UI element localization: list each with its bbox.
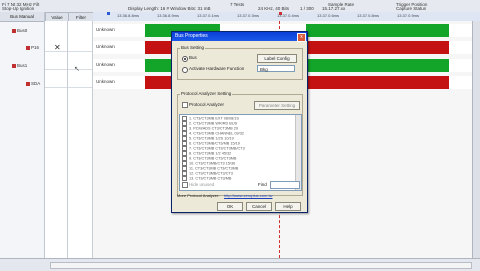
signal-row[interactable]: SDA (26, 81, 40, 86)
signal-panel-header: Bus Manual (0, 12, 44, 22)
lane-label: Unknown (96, 44, 115, 49)
row-divider (45, 87, 67, 88)
status-bar (0, 258, 480, 271)
lane-label: Unknown (96, 79, 115, 84)
ruler-tick: 13.37.0.1ms (197, 13, 220, 18)
close-button[interactable]: x (297, 33, 306, 42)
cancel-button[interactable]: Cancel (246, 202, 272, 211)
lane-label: Unknown (96, 62, 115, 67)
more-info-label: More Protocol Analyzer: (177, 193, 220, 198)
list-item[interactable]: 13. CT3/CT3MB CT3/MB (182, 176, 231, 181)
website-link[interactable]: http://www.zeroplus.com.tw (224, 193, 272, 198)
list-scrollbar[interactable] (295, 115, 301, 190)
protocol-group-label: Protocol Analyzer Setting (180, 91, 233, 96)
activate-radio[interactable] (182, 67, 188, 73)
activate-radio-label: Activate Hardware Function (189, 66, 245, 71)
signal-row[interactable]: Bus0 (12, 28, 27, 33)
bus-setting-group (177, 48, 303, 80)
bus-properties-dialog: Bus Properties x Bus Setting Bus Label C… (171, 31, 308, 213)
signal-pin-icon (12, 63, 16, 68)
horizontal-scrollbar[interactable] (50, 262, 472, 269)
protocol-list[interactable]: 1. CT3/CT3MB EXT 08/08/1S 2. CT3/CT3MB W… (179, 114, 302, 191)
dialog-titlebar[interactable]: Bus Properties (172, 32, 307, 41)
row-divider (68, 51, 92, 52)
label-config-button[interactable]: Label Config (257, 54, 297, 63)
filter-column: ↖ (68, 21, 93, 258)
row-divider (45, 51, 67, 52)
protocol-analyzer-label: Protocol Analyzer (189, 102, 225, 107)
toolbar-text: Capture Status (396, 6, 427, 11)
wave-segment-red[interactable] (306, 76, 449, 89)
list-item-checkbox[interactable] (182, 176, 187, 181)
ruler-tick: 13.37.0.3ms (237, 13, 260, 18)
mouse-cursor-icon: ↖ (74, 66, 80, 73)
parameter-setting-button[interactable]: Parameter Setting (254, 101, 300, 110)
ruler-tick: 13.37.0.6ms (317, 13, 340, 18)
signal-pin-icon (26, 45, 30, 50)
bus-setting-label: Bus Setting (180, 45, 206, 50)
dialog-title: Bus Properties (175, 33, 208, 39)
ruler-tick: 13.36.8.8ms (117, 13, 140, 18)
find-label: Find (258, 182, 267, 187)
ruler-tick: 13.36.8.9ms (157, 13, 180, 18)
vertical-scrollbar[interactable] (472, 21, 480, 258)
ruler-tick: 13.37.0.4ms (277, 13, 300, 18)
ok-button[interactable]: OK (217, 202, 243, 211)
ruler-tick: 13.37.0.9ms (397, 13, 420, 18)
toolbar-text: Stop-Up Ignition (2, 6, 35, 11)
signal-row[interactable]: P16 (26, 45, 39, 50)
bus-combo[interactable]: Bkg (257, 65, 295, 72)
row-divider (68, 87, 92, 88)
toolbar-text: 7 Tests (230, 2, 245, 7)
toolbar-text: Display Length: 16 # Window Bits: 31 mB (128, 6, 211, 11)
protocol-analyzer-checkbox[interactable] (182, 102, 188, 108)
value-column: ✕ (45, 21, 68, 258)
bus-radio[interactable] (182, 56, 188, 62)
help-button[interactable]: Help (275, 202, 301, 211)
bus-radio-label: Bus (189, 55, 197, 60)
cursor-marker-icon[interactable] (107, 12, 110, 15)
hide-unused-label: Hide unused (189, 182, 215, 187)
hide-unused-checkbox[interactable] (182, 182, 188, 188)
ruler-tick: 13.37.0.8ms (357, 13, 380, 18)
toolbar-text: 1 / 300 (300, 6, 314, 11)
wave-segment-green[interactable] (306, 24, 449, 37)
signal-pin-icon (12, 28, 16, 33)
row-divider (45, 69, 67, 70)
find-input[interactable] (270, 181, 300, 189)
lane-label: Unknown (96, 27, 115, 32)
wave-segment-red[interactable] (306, 41, 449, 54)
signal-panel: Bus Manual Bus0 P16 Bus1 SDA (0, 12, 45, 258)
toolbar-text: 24 KHz, 40 Bits (258, 6, 290, 11)
wave-segment-green[interactable] (306, 59, 449, 72)
row-divider (68, 69, 92, 70)
signal-row[interactable]: Bus1 (12, 63, 27, 68)
toolbar-text: 15.17.27.xx (322, 6, 346, 11)
signal-pin-icon (26, 81, 30, 86)
